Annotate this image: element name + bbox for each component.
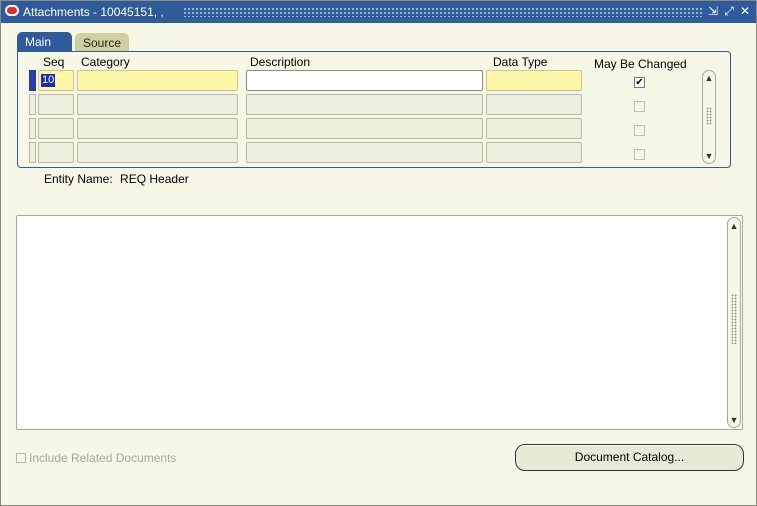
scroll-up-icon[interactable]: ▲ [728,220,740,232]
entity-name-label: Entity Name: [44,172,113,186]
scroll-down-icon[interactable]: ▼ [703,150,715,162]
data-type-field[interactable] [486,118,582,139]
description-column-header: Description [250,55,311,69]
entity-name-value: REQ Header [120,172,189,186]
description-field[interactable] [246,70,483,91]
category-field[interactable] [77,118,238,139]
text-area-scrollbar[interactable]: ▲ ▼ [727,217,741,428]
attachment-text-area[interactable]: ▲ ▼ [16,215,743,430]
description-field[interactable] [246,94,483,115]
description-field[interactable] [246,118,483,139]
include-related-documents[interactable]: Include Related Documents [16,451,176,465]
category-field[interactable] [77,94,238,115]
may-be-changed-checkbox[interactable]: ✔ [634,77,645,88]
may-be-changed-checkbox[interactable] [634,149,645,160]
title-bar-grip [183,7,703,17]
category-field[interactable] [77,142,238,163]
scroll-down-icon[interactable]: ▼ [728,414,740,426]
seq-field[interactable] [38,142,74,163]
attachments-window: Attachments - 10045151, , ⇲ ⤢ ✕ Main Sou… [0,0,757,506]
data-type-column-header: Data Type [493,55,548,69]
row-selector[interactable] [29,118,36,139]
may-be-changed-checkbox[interactable] [634,101,645,112]
may-be-changed-checkbox[interactable] [634,125,645,136]
entity-name-row: Entity Name: REQ Header [44,172,189,186]
seq-value: 10 [41,74,56,87]
seq-field[interactable] [38,94,74,115]
category-column-header: Category [81,55,130,69]
row-selector[interactable] [29,142,36,163]
check-icon: ✔ [635,77,644,88]
category-field[interactable] [77,70,238,91]
scroll-grip[interactable] [731,294,737,344]
data-type-field[interactable] [486,70,582,91]
window-title: Attachments - 10045151, , [23,5,164,19]
oracle-logo-icon [5,5,19,16]
include-related-label: Include Related Documents [29,451,177,465]
may-be-changed-column-header: May Be Changed [594,57,687,71]
seq-field[interactable]: 10 [38,70,74,91]
include-related-checkbox[interactable] [16,453,26,463]
seq-column-header: Seq [43,55,65,69]
minimize-icon[interactable]: ⇲ [706,4,720,18]
maximize-icon[interactable]: ⤢ [722,4,736,18]
row-selector[interactable] [29,94,36,115]
scroll-grip[interactable] [706,107,712,125]
tab-main[interactable]: Main [17,32,72,52]
document-catalog-button[interactable]: Document Catalog... [515,444,744,471]
seq-field[interactable] [38,118,74,139]
title-bar[interactable]: Attachments - 10045151, , ⇲ ⤢ ✕ [1,1,756,23]
scroll-up-icon[interactable]: ▲ [703,72,715,84]
close-icon[interactable]: ✕ [738,4,752,18]
data-type-field[interactable] [486,94,582,115]
row-selector[interactable] [29,70,36,91]
tab-source[interactable]: Source [75,33,129,52]
description-field[interactable] [246,142,483,163]
data-type-field[interactable] [486,142,582,163]
grid-scrollbar[interactable]: ▲ ▼ [702,70,716,164]
